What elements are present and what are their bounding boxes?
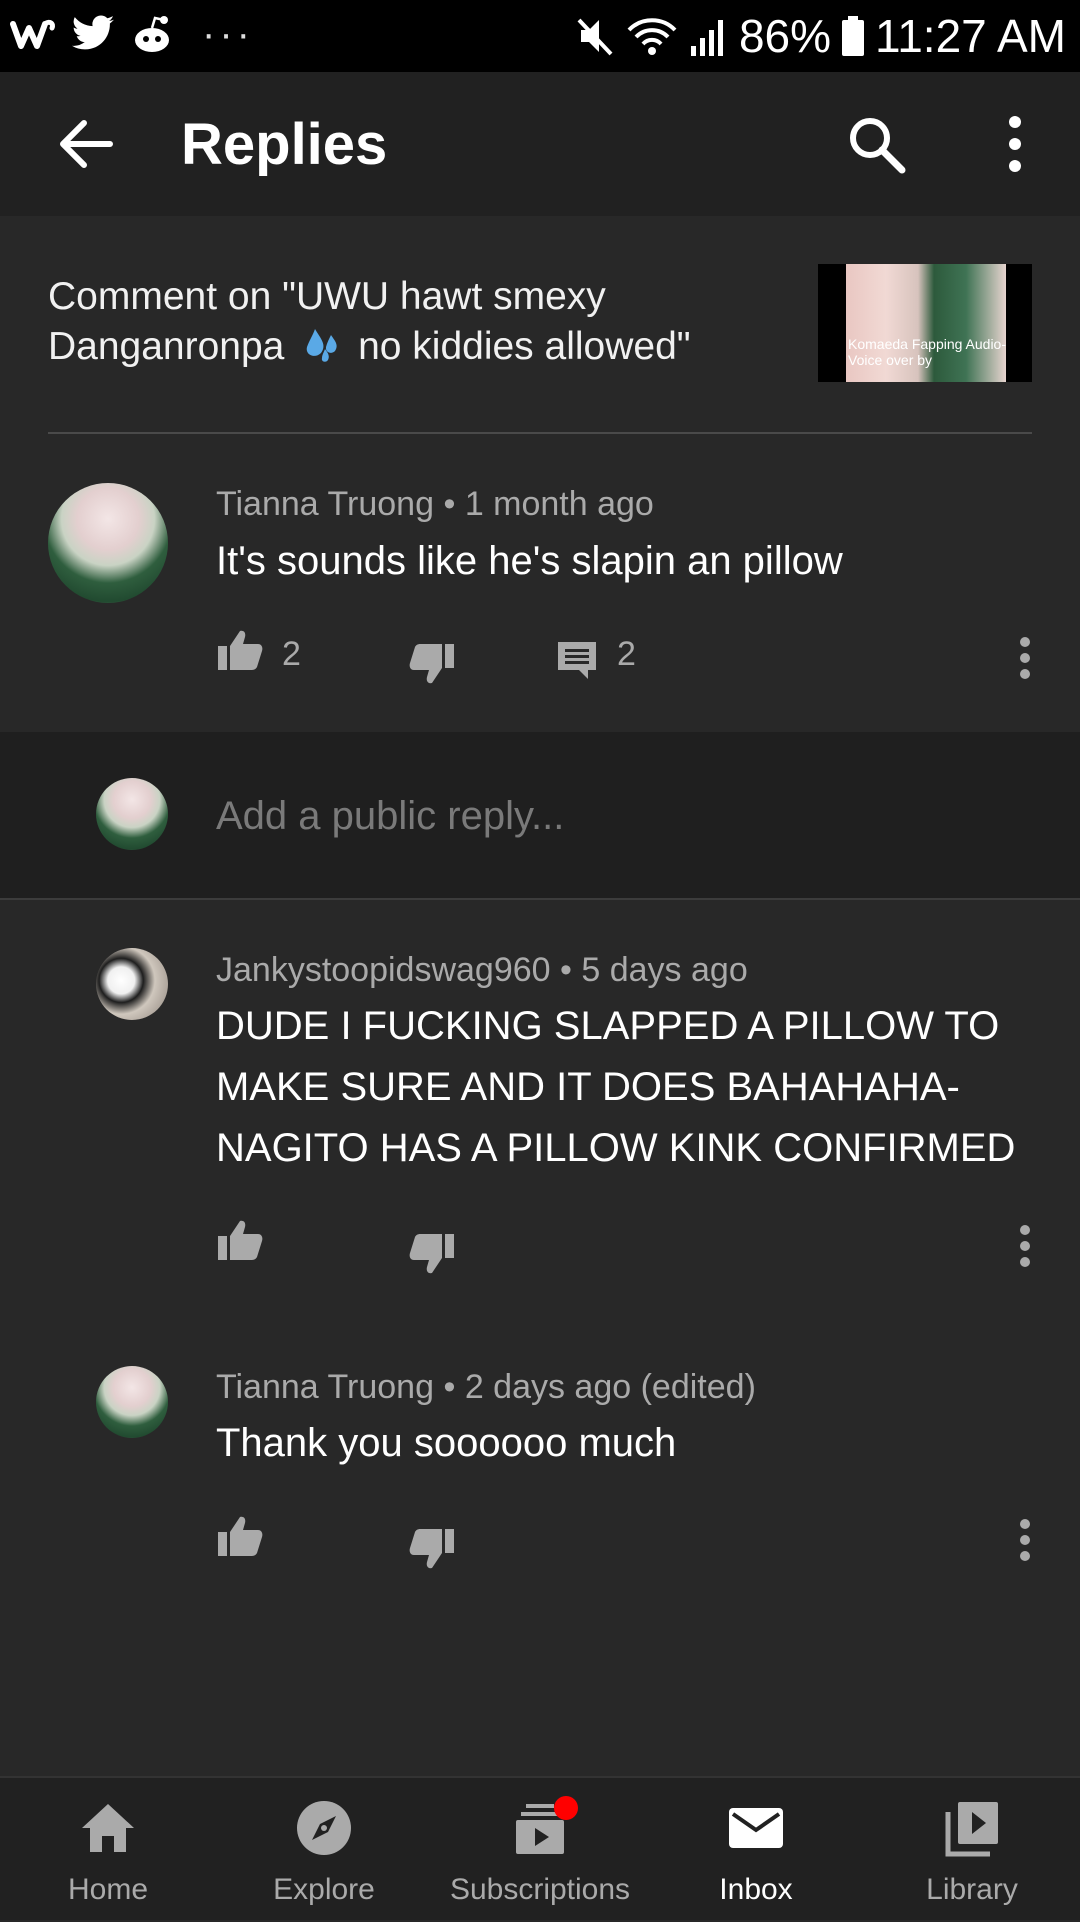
- like-count: 2: [282, 635, 301, 673]
- meta-separator: •: [560, 951, 572, 989]
- video-header[interactable]: Comment on "UWU hawt smexy Danganronpa n…: [0, 216, 1080, 430]
- reply-meta: Jankystoopidswag960 • 5 days ago: [216, 950, 748, 990]
- reply-count[interactable]: 2: [617, 634, 636, 674]
- signal-icon: [690, 20, 723, 56]
- nav-home[interactable]: Home: [0, 1778, 216, 1922]
- wifi-icon: [627, 18, 677, 55]
- comment-meta: Tianna Truong • 1 month ago: [216, 484, 654, 524]
- status-bar: ··· 86% 11:27 AM: [0, 0, 1080, 72]
- comment-more-icon[interactable]: [1018, 636, 1032, 680]
- reply-text: Thank you soooooo much: [216, 1421, 677, 1465]
- comment-text: It's sounds like he's slapin an pillow: [216, 539, 843, 583]
- reply-meta: Tianna Truong • 2 days ago (edited): [216, 1367, 756, 1407]
- battery-percent: 86%: [738, 10, 832, 62]
- thumbs-up-icon[interactable]: [216, 1514, 264, 1558]
- nav-library[interactable]: Library: [864, 1778, 1080, 1922]
- thumbs-down-icon[interactable]: [408, 642, 456, 686]
- meta-separator: •: [443, 485, 456, 523]
- meta-separator: •: [443, 1368, 456, 1406]
- reply-time: 5 days ago: [581, 951, 748, 989]
- reply-author[interactable]: Tianna Truong: [216, 1368, 434, 1406]
- video-context-text: Comment on "UWU hawt smexy Danganronpa n…: [48, 272, 788, 372]
- user-avatar: [96, 778, 168, 850]
- library-icon: [945, 1802, 998, 1857]
- avatar[interactable]: [48, 483, 168, 603]
- wish-icon: [10, 19, 55, 49]
- thumbs-up-icon[interactable]: [216, 628, 264, 672]
- reply-comment-icon[interactable]: [556, 640, 598, 680]
- reply-input-row[interactable]: Add a public reply...: [0, 732, 1080, 900]
- nav-library-label: Library: [926, 1873, 1018, 1906]
- battery-icon: [842, 16, 865, 56]
- thumbs-up-icon[interactable]: [216, 1218, 264, 1262]
- reply-more-icon[interactable]: [1018, 1224, 1032, 1268]
- video-thumbnail[interactable]: Komaeda Fapping Audio- Voice over by: [818, 264, 1032, 382]
- nav-subscriptions-label: Subscriptions: [449, 1873, 631, 1906]
- nav-inbox-label: Inbox: [719, 1873, 793, 1906]
- thumbs-down-icon[interactable]: [408, 1232, 456, 1276]
- avatar[interactable]: [96, 948, 168, 1020]
- compass-icon: [297, 1801, 351, 1855]
- thumbnail-caption: Komaeda Fapping Audio- Voice over by: [848, 336, 1006, 368]
- back-arrow-icon[interactable]: [56, 115, 114, 173]
- inbox-icon: [729, 1808, 783, 1848]
- reply-text: DUDE I FUCKING SLAPPED A PILLOW TO MAKE …: [216, 1004, 1016, 1170]
- search-icon[interactable]: [846, 114, 906, 174]
- clock: 11:27 AM: [875, 10, 1066, 62]
- nav-home-label: Home: [67, 1873, 149, 1906]
- header-divider: [48, 432, 1032, 434]
- mute-icon: [577, 18, 613, 56]
- reddit-icon: [135, 16, 169, 52]
- reply-divider: [0, 898, 1080, 900]
- home-icon: [82, 1804, 134, 1852]
- page-title: Replies: [181, 112, 388, 177]
- more-notifications-indicator: ···: [202, 12, 254, 56]
- thumbs-down-icon[interactable]: [408, 1527, 456, 1571]
- twitter-icon: [71, 15, 115, 50]
- video-title-suffix: no kiddies allowed": [358, 325, 691, 368]
- comment-time: 1 month ago: [464, 485, 654, 523]
- reply-more-icon[interactable]: [1018, 1518, 1032, 1562]
- nav-inbox[interactable]: Inbox: [648, 1778, 864, 1922]
- nav-explore-label: Explore: [273, 1873, 375, 1906]
- nav-explore[interactable]: Explore: [216, 1778, 432, 1922]
- reply-time: 2 days ago (edited): [464, 1368, 756, 1406]
- reply-author[interactable]: Jankystoopidswag960: [216, 951, 551, 989]
- reply-input[interactable]: Add a public reply...: [216, 792, 564, 840]
- avatar[interactable]: [96, 1366, 168, 1438]
- notification-badge: [554, 1796, 578, 1820]
- more-vert-icon[interactable]: [1000, 114, 1030, 174]
- app-bar: Replies: [0, 72, 1080, 216]
- nav-subscriptions[interactable]: Subscriptions: [432, 1778, 648, 1922]
- sweat-droplets-icon: [301, 325, 341, 365]
- bottom-navigation: Home Explore Subscriptions Inbox Library: [0, 1776, 1080, 1920]
- comment-author[interactable]: Tianna Truong: [216, 485, 434, 523]
